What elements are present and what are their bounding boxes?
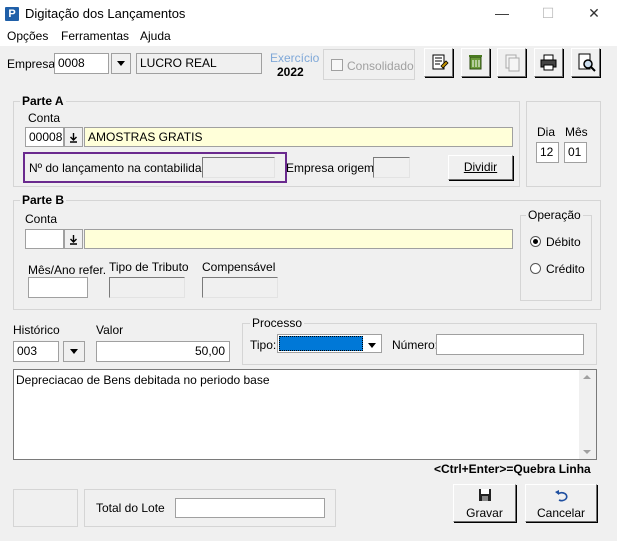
lancamento-label: Nº do lançamento na contabilidade: [29,161,219,175]
empresa-origem-label: Empresa origem: [286,161,378,175]
cancelar-label: Cancelar [536,506,586,520]
empresa-origem-field [373,157,410,178]
operacao-title: Operação [526,208,583,222]
parte-b-conta-name [84,229,513,249]
mes-field[interactable]: 01 [564,142,587,163]
gravar-label: Gravar [466,506,503,520]
numero-label: Número: [392,338,439,352]
consolidado-label: Consolidado [347,59,414,73]
maximize-button[interactable]: ☐ [525,0,571,28]
arrow-down-icon [70,235,77,245]
app-icon: P [5,7,19,21]
printer-icon [540,54,557,71]
historico-label: Histórico [13,323,60,337]
parte-b-title: Parte B [20,193,67,207]
total-lote-label: Total do Lote [96,501,165,515]
parte-a-conta-name: AMOSTRAS GRATIS [84,127,513,147]
empresa-label: Empresa: [7,57,59,71]
processo-title: Processo [250,316,305,330]
parte-b-conta-lookup-button[interactable] [64,229,83,249]
parte-b-group [13,200,601,310]
description-textarea[interactable]: Depreciacao de Bens debitada no periodo … [13,369,597,460]
exercicio-value: 2022 [277,65,304,79]
compensavel-label: Compensável [202,260,276,274]
description-text: Depreciacao de Bens debitada no periodo … [16,373,270,387]
arrow-down-icon [70,133,77,143]
mes-label: Mês [565,125,588,139]
tipo-dropdown-arrow[interactable] [364,335,380,352]
tipo-tributo-field [109,277,185,298]
tipo-label: Tipo: [250,338,277,352]
compensavel-field [202,277,278,298]
tipo-select[interactable] [277,334,382,353]
recycle-icon [469,55,482,70]
minimize-button[interactable]: — [479,0,525,28]
parte-b-conta-label: Conta [25,212,58,226]
parte-a-conta-label: Conta [28,111,61,125]
preview-button[interactable] [571,48,600,77]
save-icon [478,489,491,501]
operacao-group [520,215,592,301]
parte-b-conta-code[interactable] [25,229,64,249]
footer-empty-panel [13,489,78,527]
cancelar-button[interactable]: Cancelar [525,484,597,522]
exercicio-label: Exercício [270,51,320,65]
mes-ano-field[interactable] [28,277,88,298]
valor-field[interactable]: 50,00 [96,341,230,362]
document-copy-icon [505,54,520,72]
dividir-label: Dividir [463,160,498,174]
tipo-tributo-label: Tipo de Tributo [109,260,189,274]
mes-ano-label: Mês/Ano refer. [28,263,107,277]
close-button[interactable]: ✕ [571,0,617,28]
edit-document-button[interactable] [424,48,453,77]
window-title: Digitação dos Lançamentos [25,6,186,21]
parte-a-title: Parte A [20,94,66,108]
debito-radio[interactable] [530,236,541,247]
dividir-button[interactable]: Dividir [448,155,513,180]
valor-label: Valor [96,323,124,337]
preview-icon [578,53,596,72]
empresa-dropdown-button[interactable] [111,53,131,74]
lancamento-field [202,157,275,178]
recycle-button[interactable] [461,48,490,77]
line-break-hint: <Ctrl+Enter>=Quebra Linha [434,462,591,476]
chevron-down-icon [368,343,376,348]
parte-a-conta-lookup-button[interactable] [64,127,83,147]
chevron-down-icon [70,349,78,354]
chevron-down-icon [117,61,125,66]
copy-document-button[interactable] [497,48,526,77]
credito-radio[interactable] [530,263,541,274]
numero-field[interactable] [436,334,584,355]
dia-field[interactable]: 12 [536,142,559,163]
undo-icon [555,490,568,502]
scroll-down-icon[interactable] [583,450,591,454]
historico-field[interactable]: 003 [13,341,59,362]
print-button[interactable] [534,48,563,77]
tipo-selected-highlight [279,336,363,351]
credito-label: Crédito [546,262,585,276]
dia-label: Dia [537,125,556,139]
total-lote-field [175,498,325,518]
description-scrollbar[interactable] [579,370,596,459]
historico-dropdown-button[interactable] [63,341,85,362]
parte-a-conta-code[interactable]: 00008 [25,127,64,147]
empresa-code-field[interactable]: 0008 [54,53,109,74]
consolidado-checkbox[interactable] [331,59,343,71]
menu-ferramentas[interactable]: Ferramentas [61,29,129,43]
debito-label: Débito [546,235,581,249]
document-edit-icon [432,54,449,70]
menu-ajuda[interactable]: Ajuda [140,29,171,43]
gravar-button[interactable]: Gravar [453,484,516,522]
menu-opcoes[interactable]: Opções [7,29,48,43]
scroll-up-icon[interactable] [583,375,591,379]
empresa-name-field: LUCRO REAL [136,53,262,74]
